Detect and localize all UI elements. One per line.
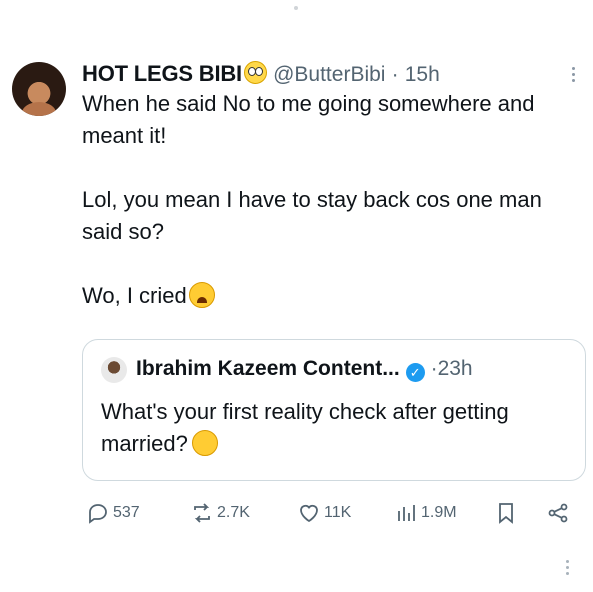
more-options-icon[interactable] (566, 64, 580, 85)
repost-count: 2.7K (217, 504, 250, 521)
reply-icon (89, 504, 107, 524)
quoted-avatar[interactable] (101, 357, 127, 383)
action-bar: 537 2.7K 11K 1.9M (86, 498, 586, 528)
tweet[interactable]: HOT LEGS BIBI @ButterBibi · 15h When he … (0, 0, 593, 592)
rolling-eyes-face-icon (243, 61, 267, 84)
heart-icon (300, 504, 318, 523)
weary-face-icon (188, 282, 215, 308)
quoted-text-content: What's your first reality check after ge… (101, 399, 509, 456)
reply-count: 537 (113, 504, 140, 521)
views-icon (398, 505, 415, 521)
views-button[interactable]: 1.9M (394, 498, 457, 528)
timestamp[interactable]: 15h (405, 63, 440, 86)
tweet-paragraph-3-text: Wo, I cried (82, 283, 187, 308)
quoted-display-name[interactable]: Ibrahim Kazeem Content... (136, 357, 400, 380)
bookmark-icon (499, 503, 513, 524)
quoted-tweet-text: What's your first reality check after ge… (101, 396, 571, 460)
user-handle[interactable]: @ButterBibi (273, 63, 385, 86)
tweet-text: When he said No to me going somewhere an… (82, 88, 582, 312)
quoted-tweet-header: Ibrahim Kazeem Content... ✓ ·23h (136, 355, 473, 383)
like-button[interactable]: 11K (297, 498, 351, 528)
quoted-separator-dot: · (430, 357, 438, 380)
verified-badge-icon: ✓ (405, 363, 425, 382)
more-options-icon-bottom[interactable] (566, 557, 569, 578)
repost-button[interactable]: 2.7K (190, 498, 250, 528)
quoted-timestamp[interactable]: 23h (438, 357, 473, 380)
display-name[interactable]: HOT LEGS BIBI (82, 61, 242, 86)
quoted-tweet[interactable]: Ibrahim Kazeem Content... ✓ ·23h What's y… (82, 339, 586, 481)
repost-icon (194, 503, 210, 523)
like-count: 11K (324, 504, 352, 521)
tweet-header: HOT LEGS BIBI @ButterBibi · 15h (82, 60, 440, 89)
thinking-face-icon (191, 430, 218, 456)
tweet-paragraph-1: When he said No to me going somewhere an… (82, 91, 535, 148)
bookmark-button[interactable] (494, 498, 518, 528)
share-icon (548, 503, 568, 523)
reply-button[interactable]: 537 (86, 498, 140, 528)
tweet-paragraph-2: Lol, you mean I have to stay back cos on… (82, 187, 542, 244)
avatar[interactable] (12, 62, 66, 116)
tweet-paragraph-3: Wo, I cried (82, 280, 582, 312)
views-count: 1.9M (421, 504, 457, 521)
share-button[interactable] (546, 498, 570, 528)
separator-dot: · (391, 63, 399, 86)
